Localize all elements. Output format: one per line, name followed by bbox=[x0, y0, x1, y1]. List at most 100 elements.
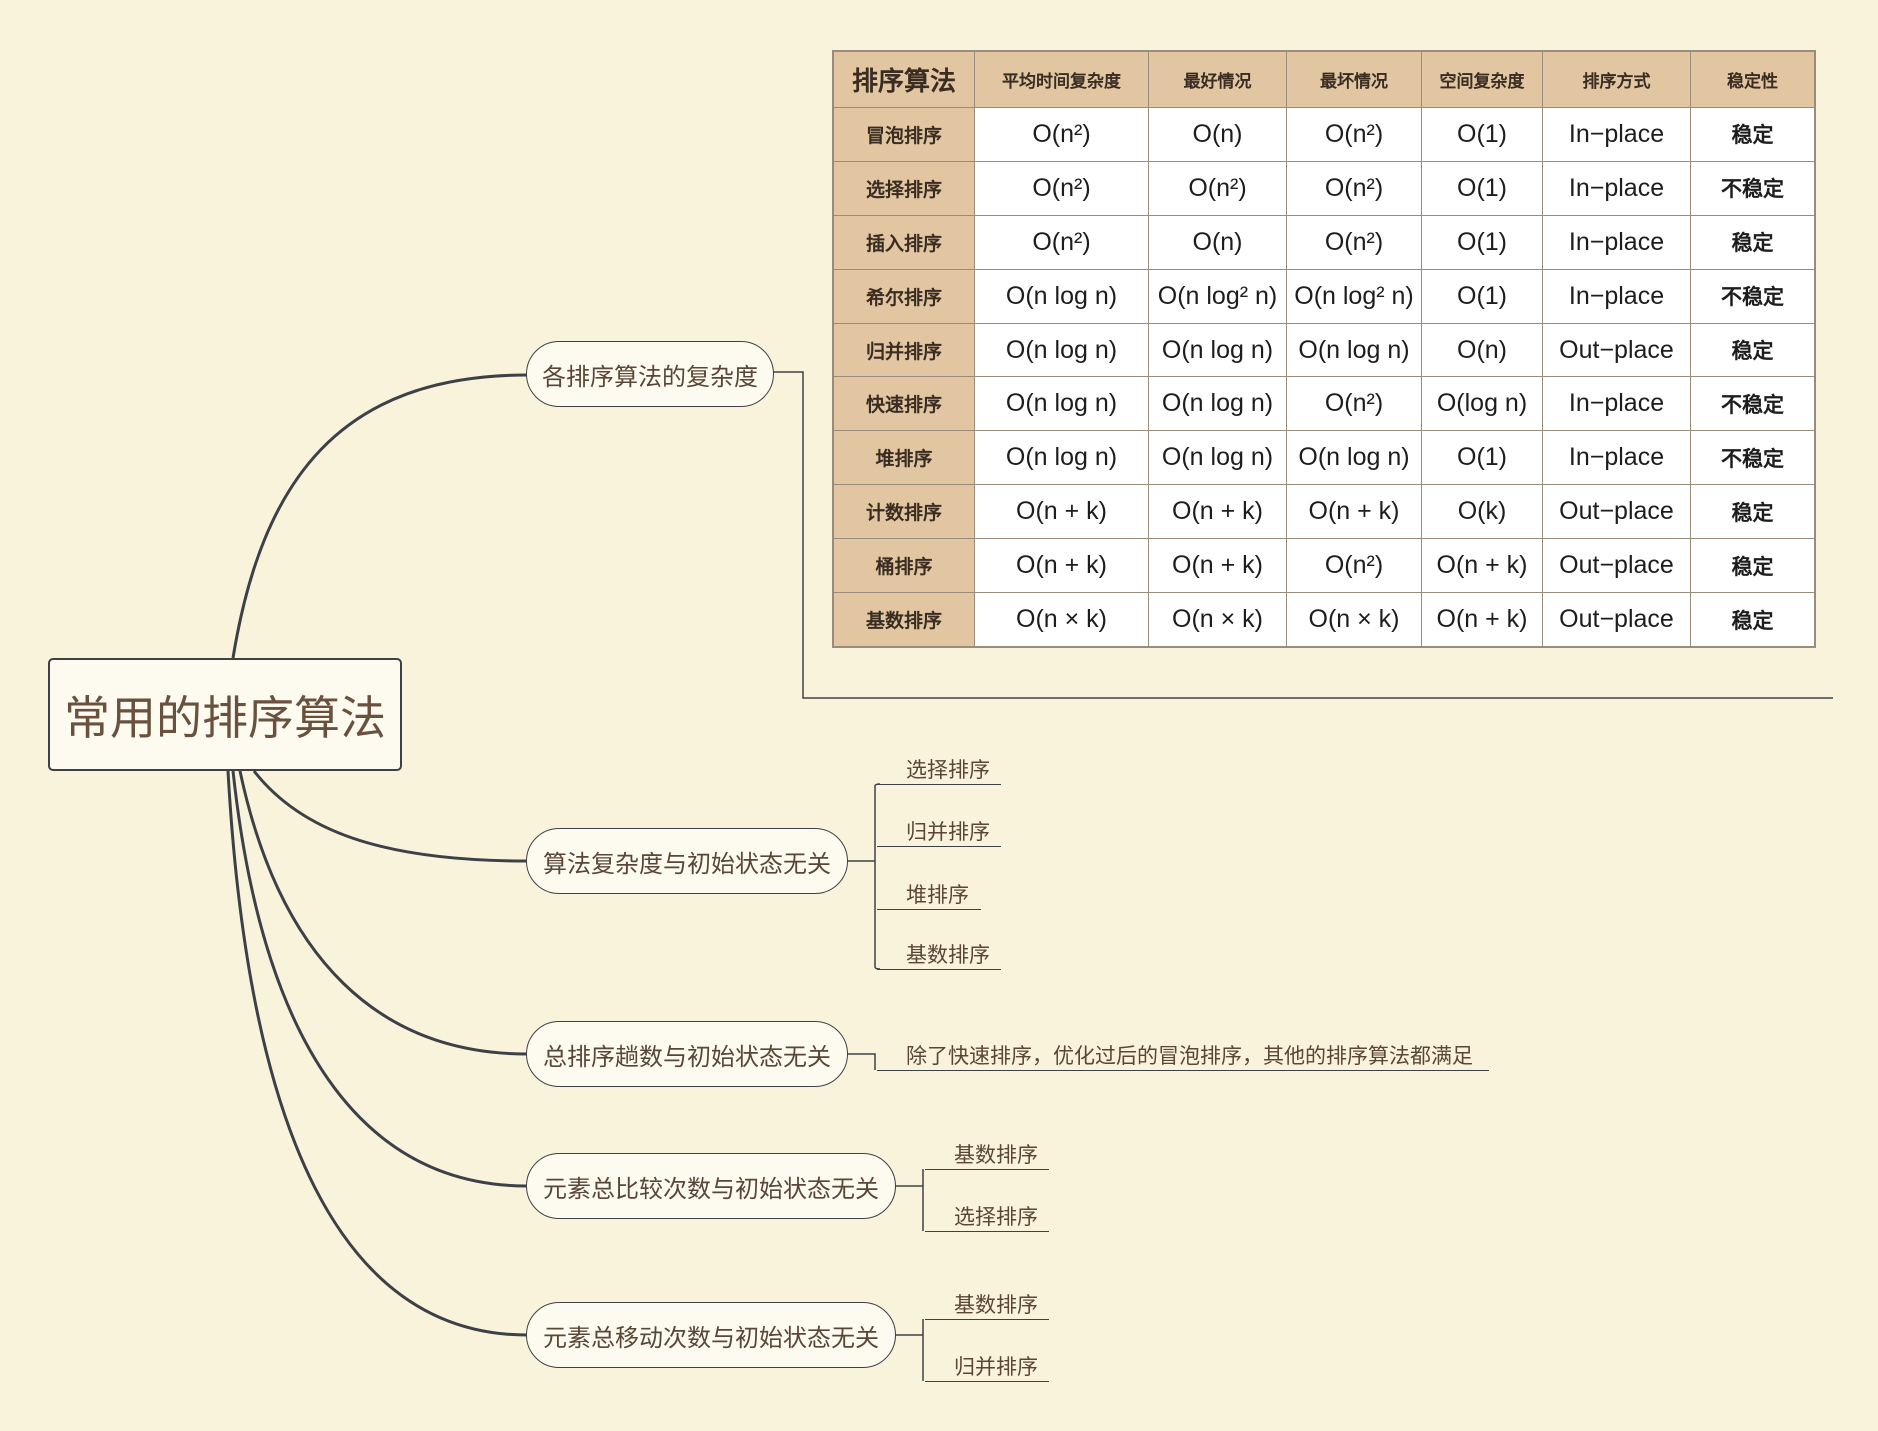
branch-passes-independent-label: 总排序趟数与初始状态无关 bbox=[543, 1042, 831, 1071]
link-root-passes bbox=[238, 770, 528, 1056]
table-cell-average: O(n log n) bbox=[974, 376, 1149, 432]
branch-comparisons-independent-label: 元素总比较次数与初始状态无关 bbox=[543, 1174, 879, 1203]
table-cell-stability: 不稳定 bbox=[1690, 376, 1815, 432]
leaf-underline bbox=[925, 1169, 1049, 1170]
leaf-underline bbox=[925, 1381, 1049, 1382]
table-cell-algorithm: 堆排序 bbox=[833, 430, 975, 486]
leaf-label: 选择排序 bbox=[906, 758, 990, 782]
table-row-heap: 堆排序 O(n log n) O(n log n) O(n log n) O(1) In−… bbox=[833, 430, 1815, 486]
branch-moves-independent[interactable]: 元素总移动次数与初始状态无关 bbox=[526, 1302, 896, 1368]
table-cell-worst: O(n log² n) bbox=[1286, 268, 1422, 324]
table-cell-space: O(1) bbox=[1421, 107, 1543, 162]
table-cell-stability: 不稳定 bbox=[1690, 160, 1815, 216]
table-cell-average: O(n + k) bbox=[974, 484, 1149, 540]
table-cell-space: O(n + k) bbox=[1421, 538, 1543, 594]
leaf-label: 基数排序 bbox=[954, 1293, 1038, 1317]
table-header-worst: 最坏情况 bbox=[1286, 51, 1422, 108]
table-row-counting: 计数排序 O(n + k) O(n + k) O(n + k) O(k) Out−plac… bbox=[833, 484, 1815, 540]
table-cell-average: O(n log n) bbox=[974, 268, 1149, 324]
table-header-best: 最好情况 bbox=[1148, 51, 1287, 108]
leaf-underline bbox=[877, 969, 1001, 970]
table-cell-algorithm: 快速排序 bbox=[833, 376, 975, 432]
table-cell-worst: O(n²) bbox=[1286, 107, 1422, 162]
table-header-algorithm: 排序算法 bbox=[833, 51, 975, 108]
table-row-shell: 希尔排序 O(n log n) O(n log² n) O(n log² n) O(1)… bbox=[833, 268, 1815, 324]
table-cell-stability: 不稳定 bbox=[1690, 430, 1815, 486]
table-cell-best: O(n) bbox=[1148, 107, 1287, 162]
table-cell-best: O(n) bbox=[1148, 214, 1287, 270]
table-cell-method: Out−place bbox=[1542, 592, 1691, 647]
bracket-comparisons bbox=[895, 1169, 924, 1231]
branch-complexity-independent-label: 算法复杂度与初始状态无关 bbox=[543, 849, 831, 878]
table-cell-algorithm: 希尔排序 bbox=[833, 268, 975, 324]
leaf-underline bbox=[925, 1319, 1049, 1320]
table-cell-worst: O(n + k) bbox=[1286, 484, 1422, 540]
table-cell-stability: 稳定 bbox=[1690, 538, 1815, 594]
link-root-comparisons bbox=[231, 770, 528, 1188]
table-row-bucket: 桶排序 O(n + k) O(n + k) O(n²) O(n + k) Out−plac… bbox=[833, 538, 1815, 594]
table-cell-stability: 稳定 bbox=[1690, 107, 1815, 162]
sorting-complexity-table: 排序算法 平均时间复杂度 最好情况 最坏情况 空间复杂度 排序方式 稳定性 冒泡… bbox=[833, 51, 1815, 647]
table-cell-space: O(k) bbox=[1421, 484, 1543, 540]
link-root-complexity-independent bbox=[252, 770, 528, 863]
table-cell-worst: O(n²) bbox=[1286, 538, 1422, 594]
table-cell-average: O(n log n) bbox=[974, 430, 1149, 486]
leaf-label: 除了快速排序，优化过后的冒泡排序，其他的排序算法都满足 bbox=[906, 1044, 1473, 1068]
table-cell-best: O(n + k) bbox=[1148, 538, 1287, 594]
table-cell-average: O(n + k) bbox=[974, 538, 1149, 594]
table-cell-algorithm: 桶排序 bbox=[833, 538, 975, 594]
table-cell-method: In−place bbox=[1542, 160, 1691, 216]
table-row-selection: 选择排序 O(n²) O(n²) O(n²) O(1) In−place 不稳定 bbox=[833, 160, 1815, 216]
table-cell-average: O(n²) bbox=[974, 160, 1149, 216]
root-topic[interactable]: 常用的排序算法 bbox=[48, 658, 402, 771]
table-cell-stability: 稳定 bbox=[1690, 592, 1815, 647]
table-cell-algorithm: 归并排序 bbox=[833, 322, 975, 378]
bracket-moves bbox=[895, 1319, 924, 1381]
bracket-complexity-independent bbox=[847, 783, 881, 970]
mind-map-canvas: 常用的排序算法 各排序算法的复杂度 排序算法 平均时间复杂度 最好情况 最坏情况… bbox=[0, 0, 1878, 1431]
leaf-label: 基数排序 bbox=[906, 943, 990, 967]
table-cell-stability: 稳定 bbox=[1690, 484, 1815, 540]
table-cell-worst: O(n log n) bbox=[1286, 322, 1422, 378]
leaf-underline bbox=[877, 784, 1001, 785]
branch-complexity-label: 各排序算法的复杂度 bbox=[542, 362, 758, 391]
leaf-label: 堆排序 bbox=[906, 883, 969, 907]
table-row-merge: 归并排序 O(n log n) O(n log n) O(n log n) O(n) Ou… bbox=[833, 322, 1815, 378]
leaf-label: 选择排序 bbox=[954, 1205, 1038, 1229]
table-cell-worst: O(n × k) bbox=[1286, 592, 1422, 647]
table-cell-algorithm: 插入排序 bbox=[833, 214, 975, 270]
table-cell-algorithm: 选择排序 bbox=[833, 160, 975, 216]
table-cell-best: O(n log n) bbox=[1148, 430, 1287, 486]
bracket-passes bbox=[847, 1053, 876, 1070]
table-row-quick: 快速排序 O(n log n) O(n log n) O(n²) O(log n) In−… bbox=[833, 376, 1815, 432]
branch-comparisons-independent[interactable]: 元素总比较次数与初始状态无关 bbox=[526, 1153, 896, 1219]
leaf-underline bbox=[925, 1231, 1049, 1232]
table-cell-stability: 不稳定 bbox=[1690, 268, 1815, 324]
link-root-moves bbox=[226, 770, 528, 1337]
table-cell-stability: 稳定 bbox=[1690, 214, 1815, 270]
branch-complexity[interactable]: 各排序算法的复杂度 bbox=[526, 341, 774, 407]
table-header-average: 平均时间复杂度 bbox=[974, 51, 1149, 108]
table-cell-method: Out−place bbox=[1542, 484, 1691, 540]
table-cell-space: O(log n) bbox=[1421, 376, 1543, 432]
table-header-row: 排序算法 平均时间复杂度 最好情况 最坏情况 空间复杂度 排序方式 稳定性 bbox=[833, 51, 1815, 108]
leaf-label: 归并排序 bbox=[906, 820, 990, 844]
branch-complexity-independent[interactable]: 算法复杂度与初始状态无关 bbox=[526, 828, 848, 894]
table-cell-method: Out−place bbox=[1542, 322, 1691, 378]
leaf-label: 基数排序 bbox=[954, 1143, 1038, 1167]
table-cell-best: O(n log n) bbox=[1148, 322, 1287, 378]
branch-passes-independent[interactable]: 总排序趟数与初始状态无关 bbox=[526, 1021, 848, 1087]
table-cell-best: O(n + k) bbox=[1148, 484, 1287, 540]
table-cell-space: O(1) bbox=[1421, 160, 1543, 216]
table-cell-best: O(n²) bbox=[1148, 160, 1287, 216]
table-row-radix: 基数排序 O(n × k) O(n × k) O(n × k) O(n + k) Out−… bbox=[833, 592, 1815, 647]
table-cell-method: Out−place bbox=[1542, 538, 1691, 594]
table-cell-space: O(1) bbox=[1421, 268, 1543, 324]
table-cell-average: O(n²) bbox=[974, 214, 1149, 270]
leaf-label: 归并排序 bbox=[954, 1355, 1038, 1379]
table-cell-best: O(n log n) bbox=[1148, 376, 1287, 432]
leaf-underline bbox=[877, 909, 981, 910]
table-cell-best: O(n × k) bbox=[1148, 592, 1287, 647]
table-cell-space: O(n + k) bbox=[1421, 592, 1543, 647]
table-cell-average: O(n²) bbox=[974, 107, 1149, 162]
